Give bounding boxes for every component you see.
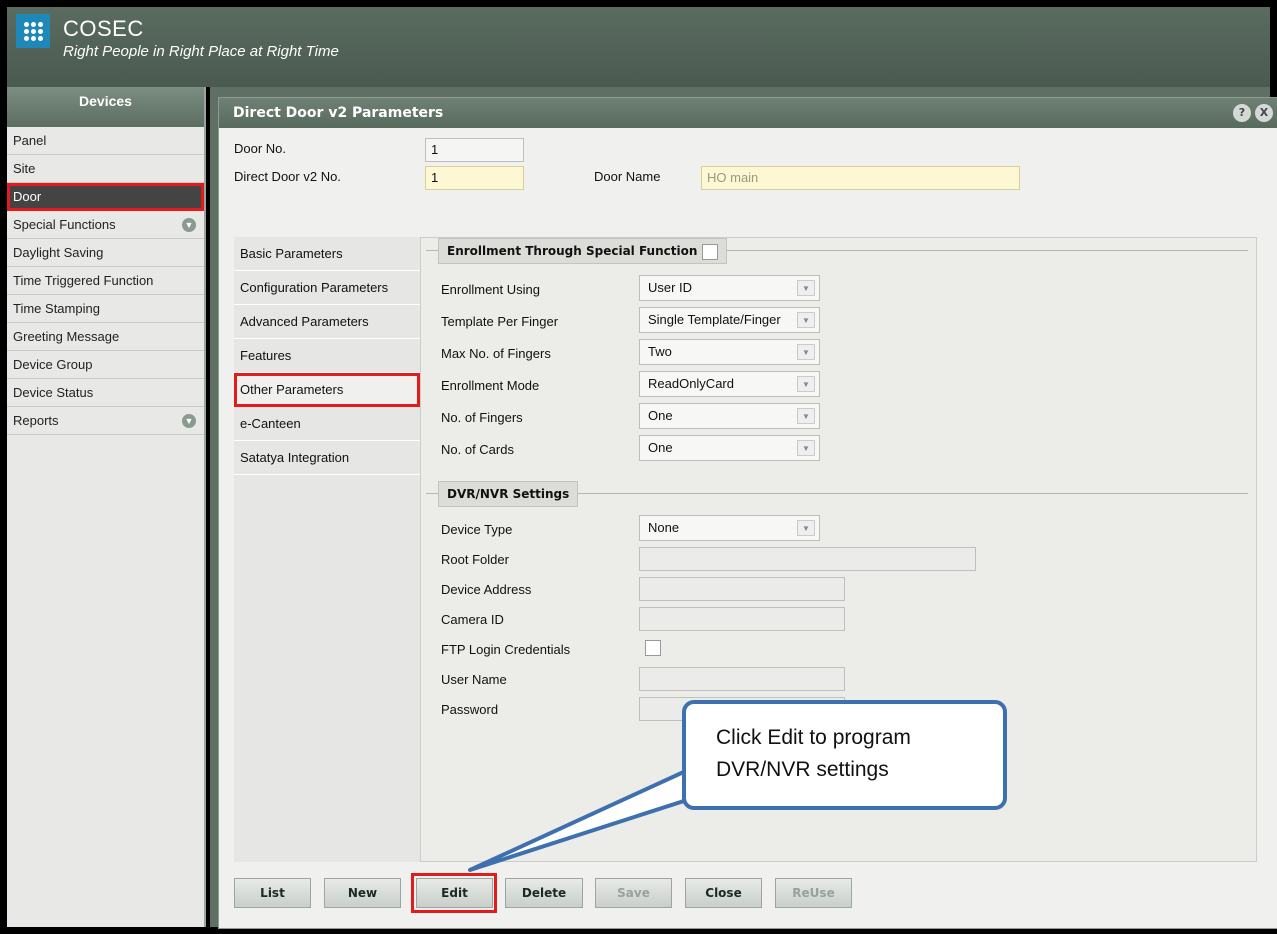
callout-pointer <box>468 768 720 872</box>
instruction-callout: Click Edit to program DVR/NVR settings <box>682 700 1007 810</box>
